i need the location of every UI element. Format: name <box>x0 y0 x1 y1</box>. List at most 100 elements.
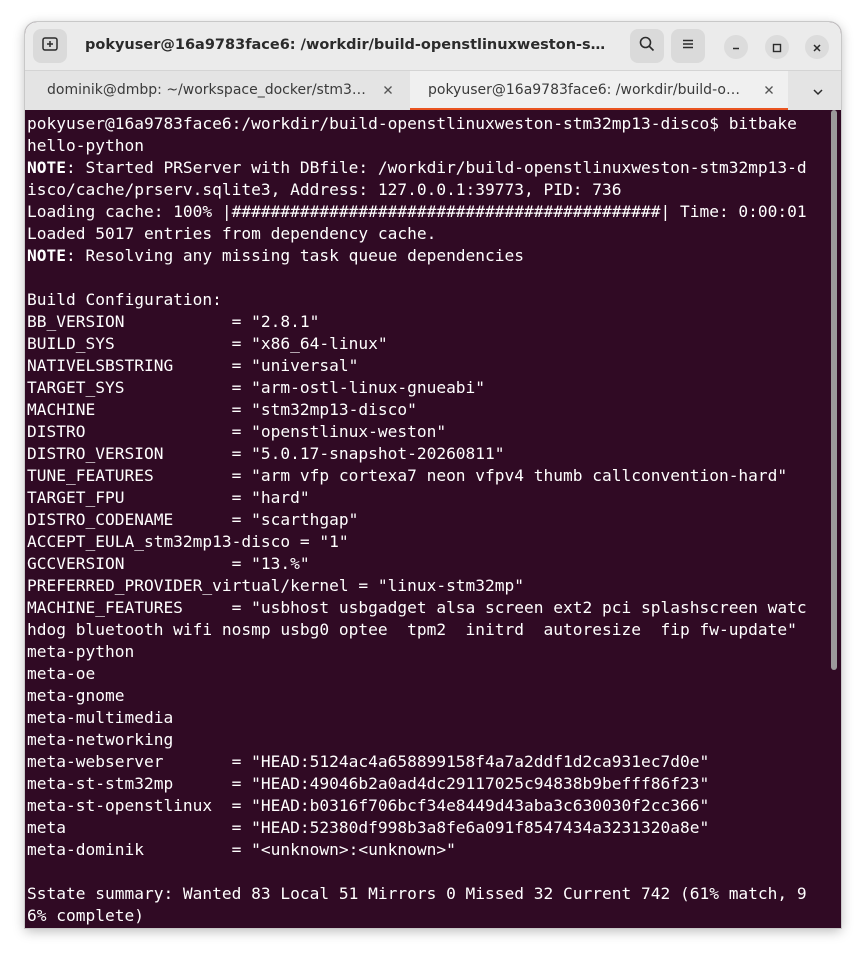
terminal-line-text: hdog bluetooth wifi nosmp usbg0 optee tp… <box>27 620 797 639</box>
terminal-line: MACHINE = "stm32mp13-disco" <box>27 399 831 421</box>
terminal-line: meta-webserver = "HEAD:5124ac4a658899158… <box>27 751 831 773</box>
terminal-line-text: Loading cache: 100% |###################… <box>27 202 807 221</box>
terminal-line: MACHINE_FEATURES = "usbhost usbgadget al… <box>27 597 831 619</box>
terminal-line-text: BUILD_SYS = "x86_64-linux" <box>27 334 388 353</box>
terminal-line: BUILD_SYS = "x86_64-linux" <box>27 333 831 355</box>
minimize-button[interactable] <box>724 35 748 59</box>
terminal-line-text: meta-multimedia <box>27 708 174 727</box>
terminal-line: hello-python <box>27 135 831 157</box>
terminal-line-text: meta-webserver = "HEAD:5124ac4a658899158… <box>27 752 710 771</box>
terminal-line: TUNE_FEATURES = "arm vfp cortexa7 neon v… <box>27 465 831 487</box>
terminal-line: DISTRO_VERSION = "5.0.17-snapshot-202608… <box>27 443 831 465</box>
terminal-line-text: : Resolving any missing task queue depen… <box>65 246 525 265</box>
tab-list-button[interactable] <box>807 81 829 103</box>
terminal-line: Build Configuration: <box>27 289 831 311</box>
terminal-line-text: meta = "HEAD:52380df998b3a8fe6a091f85474… <box>27 818 710 837</box>
terminal-line: meta-st-stm32mp = "HEAD:49046b2a0ad4dc29… <box>27 773 831 795</box>
terminal-line-text: Sstate summary: Wanted 83 Local 51 Mirro… <box>27 884 807 903</box>
terminal-line-text: MACHINE = "stm32mp13-disco" <box>27 400 417 419</box>
tab-label: dominik@dmbp: ~/workspace_docker/stm32..… <box>47 82 367 98</box>
terminal-line: 6% complete) <box>27 905 831 927</box>
terminal-scrollbar[interactable] <box>831 110 837 670</box>
terminal-line-text: DISTRO_CODENAME = "scarthgap" <box>27 510 359 529</box>
terminal-output[interactable]: pokyuser@16a9783face6:/workdir/build-ope… <box>25 110 841 928</box>
terminal-line: Sstate summary: Wanted 83 Local 51 Mirro… <box>27 883 831 905</box>
terminal-line: meta-multimedia <box>27 707 831 729</box>
terminal-line: NOTE: Started PRServer with DBfile: /wor… <box>27 157 831 179</box>
terminal-line-text: ACCEPT_EULA_stm32mp13-disco = "1" <box>27 532 349 551</box>
tab-close-icon[interactable] <box>762 83 776 97</box>
tab-label: pokyuser@16a9783face6: /workdir/build-op… <box>428 82 748 98</box>
terminal-line-text: DISTRO = "openstlinux-weston" <box>27 422 447 441</box>
terminal-line-text: Loaded 5017 entries from dependency cach… <box>27 224 437 243</box>
tab-close-icon[interactable] <box>381 83 395 97</box>
terminal-window: pokyuser@16a9783face6: /workdir/build-op… <box>25 22 841 928</box>
terminal-line-text: meta-networking <box>27 730 174 749</box>
header-bar: pokyuser@16a9783face6: /workdir/build-op… <box>25 22 841 70</box>
terminal-line-text: isco/cache/prserv.sqlite3, Address: 127.… <box>27 180 622 199</box>
terminal-line-text: TUNE_FEATURES = "arm vfp cortexa7 neon v… <box>27 466 788 485</box>
terminal-line-text: BB_VERSION = "2.8.1" <box>27 312 320 331</box>
note-prefix: NOTE <box>27 246 66 265</box>
terminal-line-text: : Started PRServer with DBfile: /workdir… <box>65 158 807 177</box>
terminal-line: PREFERRED_PROVIDER_virtual/kernel = "lin… <box>27 575 831 597</box>
terminal-line: pokyuser@16a9783face6:/workdir/build-ope… <box>27 113 831 135</box>
terminal-line: DISTRO_CODENAME = "scarthgap" <box>27 509 831 531</box>
terminal-line-text: meta-st-stm32mp = "HEAD:49046b2a0ad4dc29… <box>27 774 710 793</box>
terminal-line: meta-dominik = "<unknown>:<unknown>" <box>27 839 831 861</box>
tab-pokyuser-shell[interactable]: pokyuser@16a9783face6: /workdir/build-op… <box>410 71 788 111</box>
terminal-line: GCCVERSION = "13.%" <box>27 553 831 575</box>
terminal-line: DISTRO = "openstlinux-weston" <box>27 421 831 443</box>
terminal-line: hdog bluetooth wifi nosmp usbg0 optee tp… <box>27 619 831 641</box>
terminal-line-text: meta-oe <box>27 664 96 683</box>
terminal-line: meta-networking <box>27 729 831 751</box>
terminal-line: TARGET_FPU = "hard" <box>27 487 831 509</box>
terminal-text: pokyuser@16a9783face6:/workdir/build-ope… <box>27 113 831 927</box>
minimize-icon <box>731 38 741 57</box>
terminal-line-text: DISTRO_VERSION = "5.0.17-snapshot-202608… <box>27 444 505 463</box>
terminal-line-text: MACHINE_FEATURES = "usbhost usbgadget al… <box>27 598 807 617</box>
terminal-line-text: pokyuser@16a9783face6:/workdir/build-ope… <box>27 114 797 133</box>
terminal-line-text: meta-gnome <box>27 686 125 705</box>
terminal-line: meta-st-openstlinux = "HEAD:b0316f706bcf… <box>27 795 831 817</box>
maximize-button[interactable] <box>765 35 789 59</box>
terminal-line-text: Build Configuration: <box>27 290 222 309</box>
terminal-line: meta-python <box>27 641 831 663</box>
terminal-line-text: GCCVERSION = "13.%" <box>27 554 310 573</box>
terminal-line: BB_VERSION = "2.8.1" <box>27 311 831 333</box>
terminal-line: ACCEPT_EULA_stm32mp13-disco = "1" <box>27 531 831 553</box>
terminal-line-text: 6% complete) <box>27 906 144 925</box>
search-icon <box>638 35 656 57</box>
terminal-line: NOTE: Resolving any missing task queue d… <box>27 245 831 267</box>
terminal-line-text: PREFERRED_PROVIDER_virtual/kernel = "lin… <box>27 576 525 595</box>
terminal-line: TARGET_SYS = "arm-ostl-linux-gnueabi" <box>27 377 831 399</box>
terminal-line: isco/cache/prserv.sqlite3, Address: 127.… <box>27 179 831 201</box>
terminal-line: Loading cache: 100% |###################… <box>27 201 831 223</box>
terminal-line: meta-gnome <box>27 685 831 707</box>
tab-dominik-shell[interactable]: dominik@dmbp: ~/workspace_docker/stm32..… <box>29 71 407 111</box>
terminal-line-text: meta-python <box>27 642 135 661</box>
hamburger-menu-icon <box>680 36 696 56</box>
search-button[interactable] <box>630 29 664 63</box>
terminal-line-text: hello-python <box>27 136 144 155</box>
terminal-line: meta-oe <box>27 663 831 685</box>
new-tab-button[interactable] <box>33 29 67 63</box>
terminal-line-text: NATIVELSBSTRING = "universal" <box>27 356 359 375</box>
maximize-icon <box>772 38 782 57</box>
terminal-line: NATIVELSBSTRING = "universal" <box>27 355 831 377</box>
chevron-down-icon <box>812 83 824 102</box>
close-icon <box>812 38 822 57</box>
window-title: pokyuser@16a9783face6: /workdir/build-op… <box>85 37 610 53</box>
main-menu-button[interactable] <box>671 29 705 63</box>
terminal-line: Loaded 5017 entries from dependency cach… <box>27 223 831 245</box>
terminal-line-text: meta-dominik = "<unknown>:<unknown>" <box>27 840 456 859</box>
new-tab-icon <box>41 35 59 57</box>
close-button[interactable] <box>805 35 829 59</box>
terminal-line-text: TARGET_FPU = "hard" <box>27 488 310 507</box>
terminal-line-text: TARGET_SYS = "arm-ostl-linux-gnueabi" <box>27 378 486 397</box>
tab-bar: dominik@dmbp: ~/workspace_docker/stm32..… <box>25 70 841 111</box>
note-prefix: NOTE <box>27 158 66 177</box>
terminal-line: meta = "HEAD:52380df998b3a8fe6a091f85474… <box>27 817 831 839</box>
